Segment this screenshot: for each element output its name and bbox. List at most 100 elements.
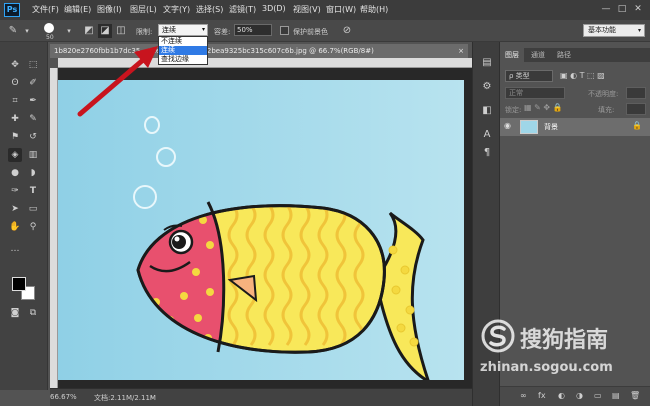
tab-paths[interactable]: 路径 — [552, 48, 576, 62]
visibility-eye-icon[interactable]: ◉ — [504, 121, 511, 130]
healing-brush-tool-icon[interactable]: ✚ — [8, 112, 22, 126]
canvas-image[interactable] — [58, 80, 464, 380]
dropdown-option-noncontiguous[interactable]: 不连续 — [159, 37, 207, 46]
layer-row-background[interactable]: ◉ 背景 🔒 — [500, 118, 650, 136]
paint-bucket-preset-icon[interactable]: ✎ — [6, 24, 20, 38]
mode-dropdown-menu: 不连续 连续 查找边缘 — [158, 36, 208, 65]
menu-window[interactable]: 窗口(W) — [326, 4, 356, 15]
minimize-icon[interactable]: — — [600, 4, 612, 15]
opacity-input[interactable] — [626, 87, 646, 99]
menu-view[interactable]: 视图(V) — [293, 4, 321, 15]
crop-tool-icon[interactable]: ⌗ — [8, 94, 22, 108]
path-select-tool-icon[interactable]: ➤ — [8, 202, 22, 216]
history-brush-tool-icon[interactable]: ↺ — [26, 130, 40, 144]
status-bar: 66.67% 文档:2.11M/2.11M › — [50, 388, 472, 406]
collapsed-panel-dock: ▤ ⚙ ◧ A ¶ — [472, 42, 500, 406]
eyedropper-tool-icon[interactable]: ✒ — [26, 94, 40, 108]
opacity-label: 不透明度: — [588, 90, 619, 98]
mode-select-value: 连续 — [162, 26, 176, 34]
status-menu-arrow[interactable]: › — [150, 393, 153, 401]
fill-label: 填充: — [598, 106, 615, 114]
close-tab-icon[interactable]: × — [458, 44, 464, 58]
blend-mode-select[interactable]: 正常 — [505, 87, 565, 99]
rectangle-tool-icon[interactable]: ▭ — [26, 202, 40, 216]
tolerance-input[interactable]: 50% — [234, 24, 272, 36]
zoom-level[interactable]: 66.67% — [50, 393, 77, 401]
quick-select-tool-icon[interactable]: ✐ — [26, 76, 40, 90]
annotation-arrow — [77, 46, 158, 117]
fish-pupil — [172, 235, 186, 249]
dodge-tool-icon[interactable]: ◗ — [26, 166, 40, 180]
marquee-tool-icon[interactable]: ⬚ — [26, 58, 40, 72]
fill-input[interactable] — [626, 103, 646, 115]
pressure-icon[interactable]: ⊘ — [340, 24, 354, 38]
layers-panel-footer: ∞ fx ◐ ◑ ▭ ▤ 🗑 — [500, 386, 650, 406]
mode-select[interactable]: 连续 ▾ — [158, 24, 208, 36]
move-tool-icon[interactable]: ✥ — [8, 58, 22, 72]
screen-mode-icon[interactable]: ⧉ — [26, 306, 40, 320]
layer-lock-icon[interactable]: 🔒 — [632, 121, 642, 130]
brush-tip-icon[interactable] — [44, 23, 54, 33]
pen-tool-icon[interactable]: ✑ — [8, 184, 22, 198]
menu-layer[interactable]: 图层(L) — [130, 4, 157, 15]
layer-kind-filter[interactable]: ρ 类型 — [505, 70, 553, 82]
tab-channels[interactable]: 通道 — [526, 48, 550, 62]
quick-mask-icon[interactable]: ◙ — [8, 306, 22, 320]
tab-layers[interactable]: 图层 — [500, 48, 524, 62]
workspace-select[interactable]: 基本功能 ▾ — [583, 24, 645, 37]
zoom-tool-icon[interactable]: ⚲ — [26, 220, 40, 234]
new-group-icon[interactable]: ▭ — [594, 391, 602, 400]
fx-icon[interactable]: fx — [538, 391, 546, 400]
layers-panel: 图层 通道 路径 ρ 类型 ▣ ◐ T ⬚ ▨ 正常 不透明度: 锁定: ▦ ✎… — [500, 42, 650, 406]
more-tools-icon[interactable]: … — [8, 242, 22, 256]
blur-tool-icon[interactable]: ● — [8, 166, 22, 180]
paragraph-panel-icon[interactable]: ¶ — [480, 146, 494, 160]
lasso-tool-icon[interactable]: ʘ — [8, 76, 22, 90]
chevron-down-icon[interactable]: ▾ — [20, 24, 34, 38]
protect-foreground-checkbox[interactable] — [280, 26, 289, 35]
menu-select[interactable]: 选择(S) — [196, 4, 223, 15]
lock-label: 锁定: — [505, 106, 522, 114]
restore-icon[interactable]: □ — [616, 4, 628, 15]
menu-image[interactable]: 图像(I) — [97, 4, 122, 15]
fish-illustration — [58, 80, 464, 380]
type-tool-icon[interactable]: T — [26, 184, 40, 198]
layer-thumbnail — [520, 120, 538, 134]
document-size: 文档:2.11M/2.11M — [94, 394, 156, 402]
new-layer-icon[interactable]: ▤ — [612, 391, 620, 400]
menu-edit[interactable]: 编辑(E) — [64, 4, 91, 15]
menu-filter[interactable]: 滤镜(T) — [229, 4, 256, 15]
gradient-tool-icon[interactable]: ▥ — [26, 148, 40, 162]
character-panel-icon[interactable]: A — [480, 128, 494, 142]
layer-name[interactable]: 背景 — [544, 122, 558, 132]
clone-stamp-tool-icon[interactable]: ⚑ — [8, 130, 22, 144]
vertical-ruler[interactable] — [50, 68, 58, 388]
history-panel-icon[interactable]: ▤ — [480, 56, 494, 70]
protect-foreground-label: 保护前景色 — [293, 28, 328, 36]
chevron-down-icon: ▾ — [637, 27, 641, 34]
tools-panel: ✥ ⬚ ʘ ✐ ⌗ ✒ ✚ ✎ ⚑ ↺ ◈ ▥ ● ◗ ✑ T ➤ ▭ ✋ ⚲ … — [0, 42, 48, 390]
adjustments-panel-icon[interactable]: ◧ — [480, 104, 494, 118]
dropdown-option-contiguous[interactable]: 连续 — [159, 46, 207, 55]
link-layers-icon[interactable]: ∞ — [520, 391, 527, 400]
photoshop-logo: Ps — [4, 3, 20, 17]
trash-icon[interactable]: 🗑 — [630, 391, 640, 400]
hand-tool-icon[interactable]: ✋ — [8, 220, 22, 234]
filter-icons[interactable]: ▣ ◐ T ⬚ ▨ — [560, 71, 605, 80]
chevron-down-icon: ▾ — [201, 26, 205, 33]
eye-highlight — [174, 236, 180, 242]
foreground-color-swatch[interactable] — [12, 277, 26, 291]
menu-file[interactable]: 文件(F) — [32, 4, 59, 15]
dropdown-option-find-edges[interactable]: 查找边缘 — [159, 55, 207, 64]
add-mask-icon[interactable]: ◐ — [558, 391, 565, 400]
lock-icons[interactable]: ▦ ✎ ✥ 🔒 — [524, 103, 563, 112]
workspace-value: 基本功能 — [588, 26, 616, 34]
paint-bucket-tool-icon[interactable]: ◈ — [8, 148, 22, 162]
close-window-icon[interactable]: ✕ — [632, 4, 644, 15]
menu-type[interactable]: 文字(Y) — [163, 4, 190, 15]
brush-tool-icon[interactable]: ✎ — [26, 112, 40, 126]
menu-help[interactable]: 帮助(H) — [360, 4, 388, 15]
properties-panel-icon[interactable]: ⚙ — [480, 80, 494, 94]
adjustment-layer-icon[interactable]: ◑ — [576, 391, 583, 400]
menu-3d[interactable]: 3D(D) — [262, 4, 286, 13]
